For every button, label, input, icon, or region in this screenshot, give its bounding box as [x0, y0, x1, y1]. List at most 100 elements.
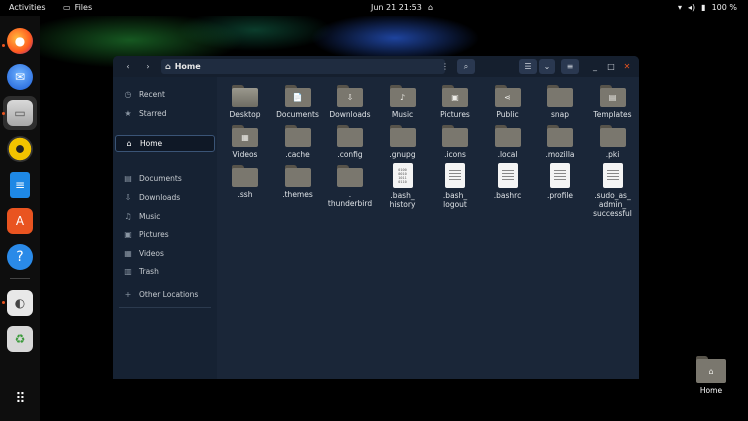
file-item[interactable]: ♪ Music — [377, 79, 429, 119]
sidebar-item-videos[interactable]: ▦ Videos — [115, 245, 215, 262]
notification-icon[interactable]: ⌂ — [428, 3, 433, 12]
folder-icon — [232, 165, 258, 187]
help-icon[interactable]: ? — [7, 244, 33, 270]
file-item[interactable]: . thunderbird — [324, 159, 376, 208]
battery-icon: ▮ — [701, 3, 706, 12]
music-icon: ♫ — [124, 212, 132, 221]
file-item[interactable]: Desktop — [219, 79, 271, 119]
file-item[interactable]: ▣ Pictures — [429, 79, 481, 119]
file-item[interactable]: snap — [534, 79, 586, 119]
sidebar-item-trash[interactable]: ▥ Trash — [115, 263, 215, 280]
file-name: .local — [497, 150, 518, 159]
file-name: Public — [496, 110, 519, 119]
file-grid: Desktop 📄 Documents ⇩ Downloads ♪ Music ▣ Pictur… — [217, 77, 639, 379]
path-bar[interactable]: ⌂ Home — [161, 59, 445, 74]
file-name: .gnupg — [389, 150, 416, 159]
file-item[interactable]: ▦ Videos — [219, 119, 271, 159]
folder-icon: ▤ — [599, 85, 626, 107]
downloads-icon: ⇩ — [124, 193, 132, 202]
volume-icon: ◂) — [688, 3, 696, 12]
file-name: .bash_ history — [389, 191, 416, 209]
plus-icon: + — [124, 290, 132, 299]
sidebar-item-other-locations[interactable]: + Other Locations — [115, 286, 215, 303]
home-folder-icon: ⌂ — [696, 356, 726, 383]
file-item[interactable]: .pki — [587, 119, 639, 159]
sidebar-item-label: Music — [139, 212, 161, 221]
sidebar-item-music[interactable]: ♫ Music — [115, 208, 215, 225]
sidebar-item-documents[interactable]: ▤ Documents — [115, 170, 215, 187]
file-item[interactable]: .cache — [272, 119, 324, 159]
file-item[interactable]: .ssh — [219, 159, 271, 199]
file-item[interactable]: .mozilla — [534, 119, 586, 159]
firefox-icon[interactable]: ● — [7, 28, 33, 54]
file-item[interactable]: .sudo_as_ admin_ successful — [587, 159, 639, 218]
close-button[interactable]: ✕ — [621, 59, 633, 74]
list-view-button[interactable]: ☰ — [519, 59, 537, 74]
app-name: Files — [74, 3, 93, 12]
files-icon[interactable]: ▭ — [7, 100, 33, 126]
file-item[interactable]: ⇩ Downloads — [324, 79, 376, 119]
file-name: Pictures — [440, 110, 470, 119]
folder-icon — [337, 125, 363, 147]
sidebar-item-starred[interactable]: ★ Starred — [115, 105, 215, 122]
forward-button[interactable]: › — [141, 59, 155, 74]
writer-icon[interactable]: ≡ — [10, 172, 30, 198]
desktop-home-icon[interactable]: ⌂ Home — [687, 356, 735, 395]
sidebar-item-label: Videos — [139, 249, 164, 258]
folder-icon — [494, 125, 521, 147]
files-window: ‹ › ⌂ Home ⋮ ⌕ ☰ ⌄ ≡ _ □ ✕ ◷ Recent ★ Starr… — [113, 56, 639, 379]
folder-icon — [547, 85, 573, 107]
file-item[interactable]: .config — [324, 119, 376, 159]
minimize-button[interactable]: _ — [589, 59, 601, 74]
app-menu[interactable]: ▭ Files — [63, 3, 92, 12]
trash-icon[interactable]: ♻ — [7, 326, 33, 352]
folder-icon — [232, 85, 258, 107]
folder-icon — [284, 125, 311, 147]
menu-kebab-button[interactable]: ⋮ — [439, 59, 451, 74]
home-icon: ⌂ — [126, 139, 132, 148]
folder-icon: 📄 — [284, 85, 311, 107]
activities-button[interactable]: Activities — [9, 3, 46, 12]
file-item[interactable]: .bash_ logout — [429, 159, 481, 209]
app-center-icon[interactable]: A — [7, 208, 33, 234]
file-item[interactable]: .gnupg — [377, 119, 429, 159]
folder-icon — [337, 165, 363, 187]
system-tray[interactable]: ▾ ◂) ▮ 100 % — [678, 3, 737, 12]
file-item[interactable]: ▤ Templates — [587, 79, 639, 119]
rhythmbox-icon[interactable] — [7, 136, 33, 162]
file-item[interactable]: .bashrc — [482, 159, 534, 200]
file-item[interactable]: 0100 0010 1011 0110 .bash_ history — [377, 159, 429, 209]
top-bar: Activities ▭ Files Jun 21 21:53 ⌂ ▾ ◂) ▮… — [0, 0, 748, 16]
file-item[interactable]: .profile — [534, 159, 586, 200]
file-item[interactable]: ⋖ Public — [482, 79, 534, 119]
file-name: .bashrc — [493, 191, 522, 200]
settings-icon[interactable]: ◐ — [7, 290, 33, 316]
binary-glyph: 0100 0010 1011 0110 — [398, 167, 407, 184]
file-name: .icons — [444, 150, 466, 159]
file-name: .cache — [285, 150, 310, 159]
sidebar-item-pictures[interactable]: ▣ Pictures — [115, 226, 215, 243]
sidebar-item-label: Other Locations — [139, 290, 199, 299]
maximize-button[interactable]: □ — [605, 59, 617, 74]
sidebar-item-recent[interactable]: ◷ Recent — [115, 86, 215, 103]
file-item[interactable]: .local — [482, 119, 534, 159]
file-item[interactable]: .themes — [272, 159, 324, 199]
sidebar-item-label: Recent — [139, 90, 165, 99]
sidebar-item-label: Pictures — [139, 230, 169, 239]
folder-icon — [547, 125, 573, 147]
back-button[interactable]: ‹ — [121, 59, 135, 74]
show-apps-icon[interactable]: ⠿ — [7, 386, 33, 412]
file-item[interactable]: 📄 Documents — [272, 79, 324, 119]
search-button[interactable]: ⌕ — [457, 59, 475, 74]
sidebar-item-downloads[interactable]: ⇩ Downloads — [115, 189, 215, 206]
battery-percent: 100 % — [711, 3, 737, 12]
file-item[interactable]: .icons — [429, 119, 481, 159]
clock[interactable]: Jun 21 21:53 — [371, 3, 422, 12]
text-file-icon — [602, 163, 623, 188]
thunderbird-icon[interactable]: ✉ — [7, 64, 33, 90]
sidebar-item-home[interactable]: ⌂ Home — [115, 135, 215, 152]
main-menu-button[interactable]: ≡ — [561, 59, 579, 74]
file-name: .mozilla — [545, 150, 575, 159]
file-name: snap — [550, 110, 570, 119]
view-options-button[interactable]: ⌄ — [539, 59, 555, 74]
